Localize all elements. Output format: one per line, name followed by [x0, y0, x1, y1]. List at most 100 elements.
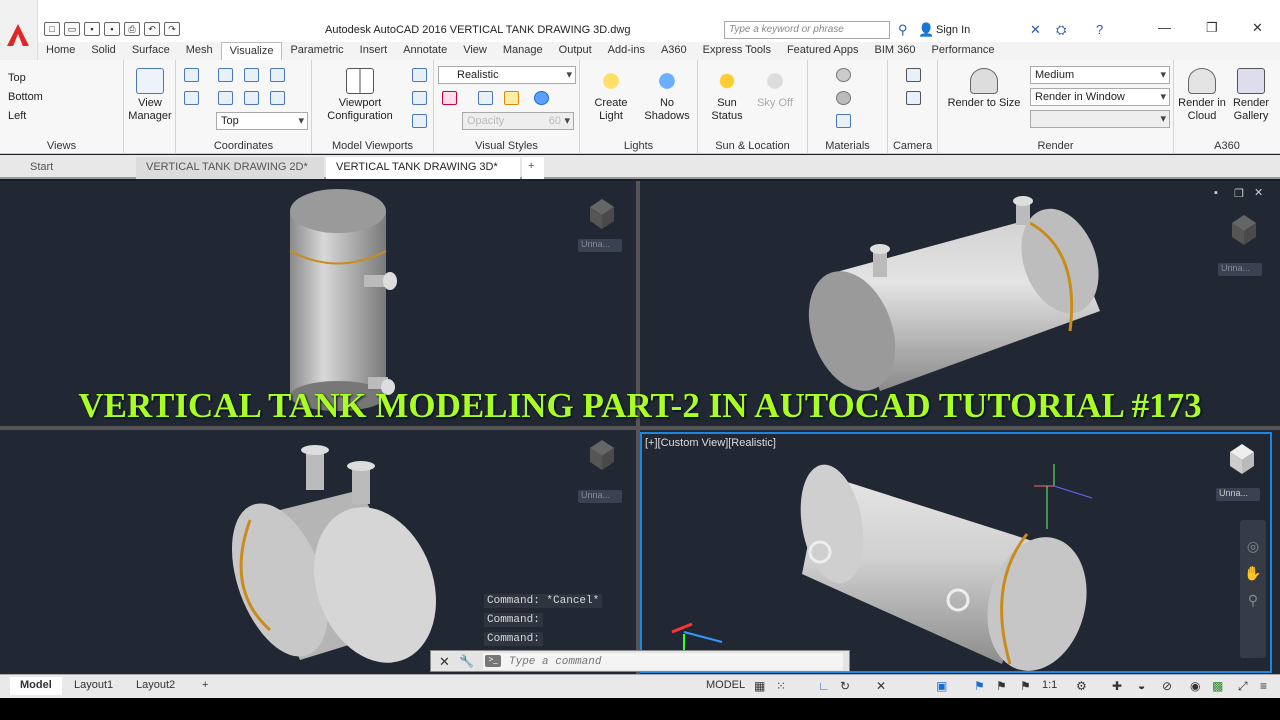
snap-icon[interactable]: ⁙ [776, 679, 786, 693]
viewcube-icon[interactable] [580, 193, 620, 239]
ribbon-tab-bim-360[interactable]: BIM 360 [867, 42, 924, 60]
visual-style-combo[interactable]: Realistic [438, 66, 576, 84]
model-space-button[interactable]: MODEL [706, 679, 745, 691]
grid-icon[interactable]: ▦ [754, 679, 765, 693]
view-manager-button[interactable]: View Manager [124, 68, 176, 123]
new-icon[interactable]: □ [44, 22, 60, 36]
ribbon-tab-manage[interactable]: Manage [495, 42, 551, 60]
render-quality-combo[interactable]: Medium [1030, 66, 1170, 84]
sun-status-button[interactable]: Sun Status [702, 68, 752, 123]
render-location-combo[interactable]: Render in Window [1030, 88, 1170, 106]
restore-viewports-icon[interactable] [412, 114, 427, 128]
material-attach-icon[interactable] [836, 114, 851, 128]
tab-model[interactable]: Model [10, 677, 62, 695]
materials-mapping-icon[interactable] [836, 91, 851, 105]
binoculars-icon[interactable]: ⚲ [898, 22, 908, 38]
ucs-origin-icon[interactable] [244, 68, 259, 82]
ucs-y-icon[interactable] [244, 91, 259, 105]
steering-wheel-icon[interactable]: ◎ [1240, 538, 1266, 555]
ribbon-tab-parametric[interactable]: Parametric [282, 42, 351, 60]
ucs-menu[interactable]: Unna... [578, 239, 622, 252]
fullscreen-icon[interactable]: ⤢ [1238, 679, 1248, 694]
tab-layout2[interactable]: Layout2 [126, 677, 185, 695]
ribbon-tab-solid[interactable]: Solid [83, 42, 123, 60]
viewport-minimize-icon[interactable]: ▪ [1214, 187, 1218, 199]
viewport-bottom-right-active[interactable]: [+][Custom View][Realistic] Unna... ◎ ✋ … [640, 432, 1272, 673]
pan-icon[interactable]: ✋ [1240, 565, 1266, 582]
annotation-icon[interactable]: ⚑ [974, 679, 985, 693]
ribbon-tab-insert[interactable]: Insert [352, 42, 396, 60]
camera-preview-icon[interactable] [906, 91, 921, 105]
tab-tank-3d[interactable]: VERTICAL TANK DRAWING 3D* [326, 157, 520, 179]
viewport-controls-label[interactable]: [+][Custom View][Realistic] [645, 437, 776, 449]
drawing-area[interactable]: Unna... ▪ ❐ ✕ Unna... Unna... [+][Custom… [0, 181, 1280, 674]
plus-icon[interactable]: ✚ [1112, 679, 1122, 693]
ucs-menu[interactable]: Unna... [1216, 488, 1260, 501]
sign-in-button[interactable]: Sign In [936, 24, 970, 36]
view-bottom[interactable]: Bottom [8, 91, 43, 103]
ribbon-tab-view[interactable]: View [455, 42, 495, 60]
ucs-icon[interactable] [184, 68, 199, 82]
tab-tank-2d[interactable]: VERTICAL TANK DRAWING 2D* [136, 157, 324, 179]
viewport-close-icon[interactable]: ✕ [1254, 186, 1263, 199]
materials-browser-icon[interactable] [836, 68, 851, 82]
ribbon-tab-featured-apps[interactable]: Featured Apps [779, 42, 867, 60]
isolate-icon[interactable]: ◒ [1138, 679, 1145, 693]
application-menu-button[interactable] [0, 0, 38, 60]
ucs-menu[interactable]: Unna... [1218, 263, 1262, 276]
viewport-configuration-button[interactable]: Viewport Configuration [316, 68, 404, 123]
zoom-icon[interactable]: ⚲ [1240, 592, 1266, 609]
color-sphere-icon[interactable] [534, 91, 549, 105]
edge-effects-icon[interactable] [442, 91, 457, 105]
performance-icon[interactable]: ▩ [1212, 679, 1223, 693]
camera-icon[interactable] [906, 68, 921, 82]
ribbon-tab-performance[interactable]: Performance [923, 42, 1002, 60]
ucs-z-icon[interactable] [270, 68, 285, 82]
osnap-icon[interactable]: ✕ [876, 679, 886, 693]
workspace-gear-icon[interactable]: ⚙ [1076, 679, 1087, 693]
ribbon-tab-a360[interactable]: A360 [653, 42, 695, 60]
lock-ui-icon[interactable]: ⊘ [1162, 679, 1172, 693]
render-in-cloud-button[interactable]: Render in Cloud [1176, 68, 1228, 123]
ucs-combo[interactable]: Top [216, 112, 308, 130]
ribbon-tab-annotate[interactable]: Annotate [395, 42, 455, 60]
customization-icon[interactable]: ≡ [1260, 679, 1267, 693]
tab-layout1[interactable]: Layout1 [64, 677, 123, 695]
hardware-acceleration-icon[interactable]: ◉ [1190, 679, 1200, 693]
annotation-visibility-icon[interactable]: ⚑ [996, 679, 1007, 693]
viewcube-icon[interactable] [1222, 209, 1262, 255]
x-ray-icon[interactable] [504, 91, 519, 105]
ribbon-tab-add-ins[interactable]: Add-ins [600, 42, 653, 60]
user-icon[interactable]: 👤 [918, 22, 934, 38]
tab-start[interactable]: Start [20, 157, 134, 179]
help-icon[interactable]: ? [1096, 22, 1103, 37]
ribbon-tab-visualize[interactable]: Visualize [220, 42, 283, 60]
print-icon[interactable]: ⎙ [124, 22, 140, 36]
auto-scale-icon[interactable]: ⚑ [1020, 679, 1031, 693]
ucs-x-icon[interactable] [218, 91, 233, 105]
polar-icon[interactable]: ↻ [840, 679, 850, 693]
wrench-icon[interactable]: 🔧 [459, 654, 474, 668]
redo-icon[interactable]: ↷ [164, 22, 180, 36]
face-style-icon[interactable] [478, 91, 493, 105]
viewcube-icon[interactable] [1220, 438, 1260, 484]
save-icon[interactable]: ▪ [84, 22, 100, 36]
annotation-scale[interactable]: 1:1 [1042, 679, 1057, 691]
no-shadows-button[interactable]: No Shadows [640, 68, 694, 123]
join-viewports-icon[interactable] [412, 91, 427, 105]
viewport-restore-icon[interactable]: ❐ [1234, 187, 1244, 200]
navigation-bar[interactable]: ◎ ✋ ⚲ [1240, 520, 1266, 658]
add-layout-button[interactable]: + [192, 677, 218, 695]
exchange-icon[interactable]: ✕ [1030, 22, 1041, 38]
create-light-button[interactable]: Create Light [586, 68, 636, 123]
close-icon[interactable]: ✕ [439, 654, 450, 670]
named-viewports-icon[interactable] [412, 68, 427, 82]
render-environment-field[interactable] [1030, 110, 1170, 128]
sky-off-button[interactable]: Sky Off [750, 68, 800, 110]
ribbon-tab-mesh[interactable]: Mesh [178, 42, 221, 60]
ucs-3point-icon[interactable] [184, 91, 199, 105]
ucs-world-icon[interactable] [218, 68, 233, 82]
new-tab-button[interactable]: + [522, 157, 544, 179]
restore-icon[interactable]: ❐ [1206, 20, 1218, 36]
opacity-slider[interactable]: Opacity 60 [462, 112, 574, 130]
